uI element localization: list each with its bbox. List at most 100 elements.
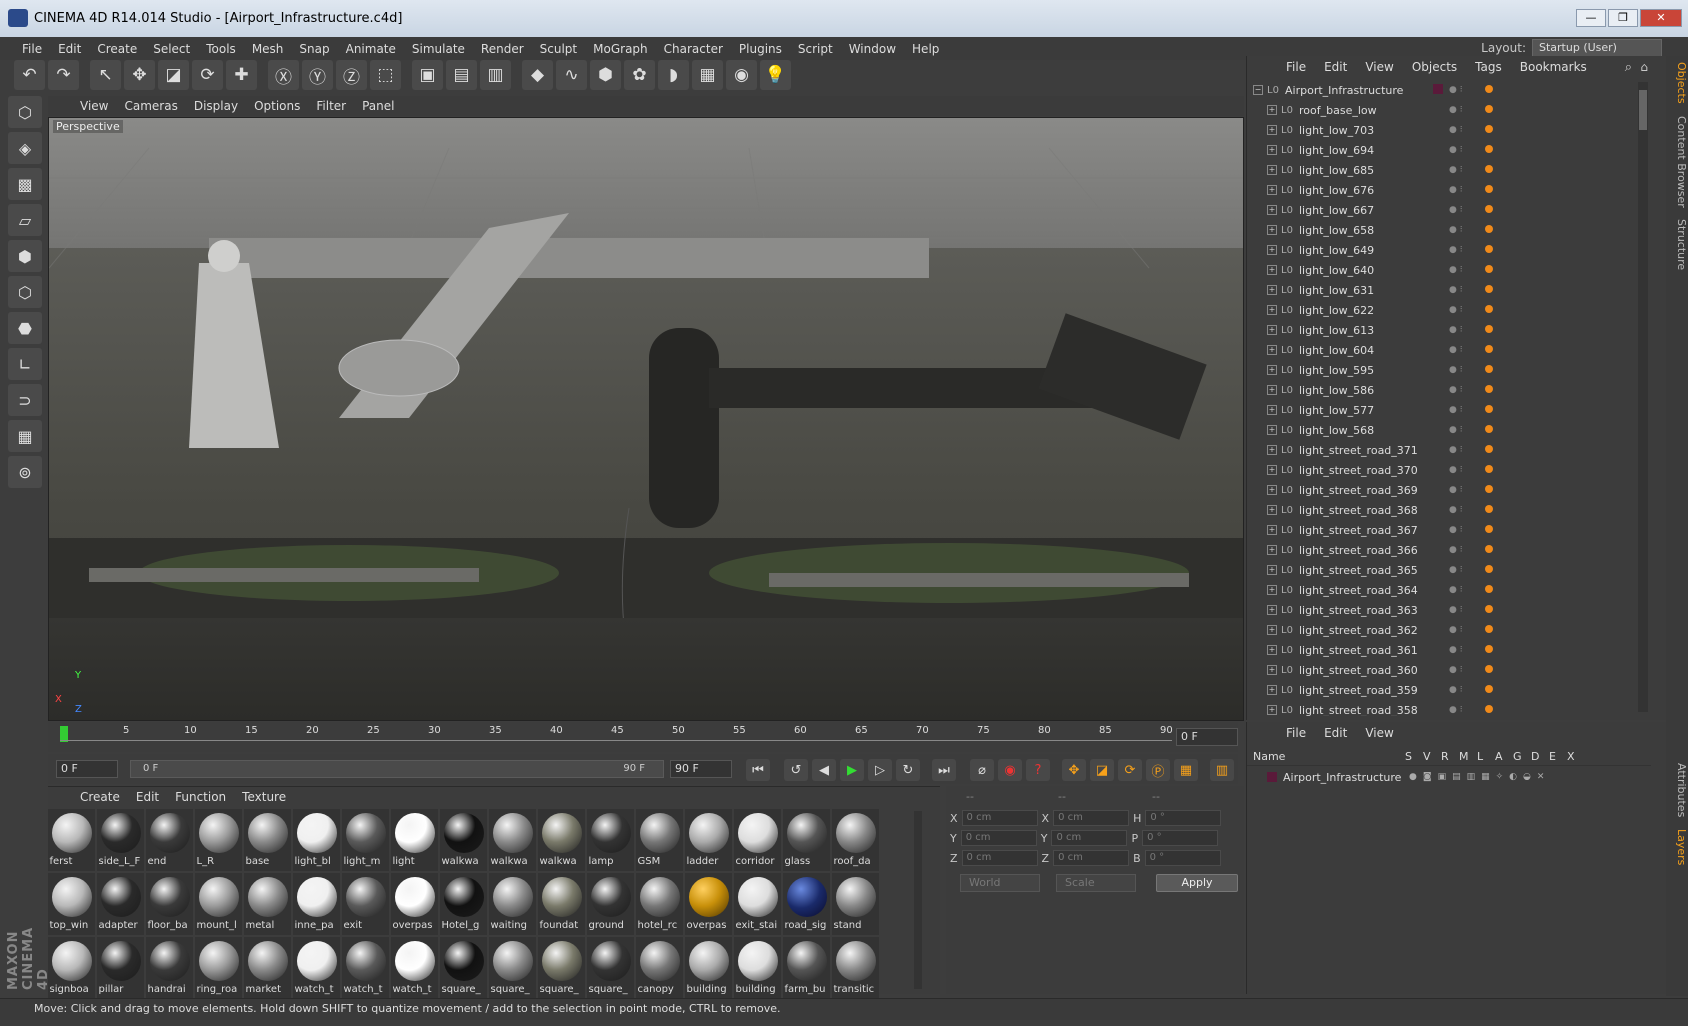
viewport-menu-panel[interactable]: Panel [354, 99, 402, 113]
material-swatch[interactable]: building [734, 937, 781, 999]
viewport-menu-cameras[interactable]: Cameras [116, 99, 185, 113]
object-name[interactable]: light_low_631 [1299, 284, 1374, 297]
material-tag-icon[interactable] [1485, 105, 1493, 113]
material-tag-icon[interactable] [1485, 205, 1493, 213]
viewport-menu-display[interactable]: Display [186, 99, 246, 113]
object-name[interactable]: light_low_568 [1299, 424, 1374, 437]
visibility-dots-icon[interactable]: ● ⁝ [1449, 525, 1463, 535]
object-row[interactable]: + L0 light_low_667 ● ⁝ [1247, 200, 1651, 220]
material-swatch[interactable]: walkwa [538, 809, 585, 871]
layer-flag-icons[interactable]: ●◙▣▤▥▦✧◐◒✕ [1409, 772, 1550, 782]
material-swatch[interactable]: square_ [538, 937, 585, 999]
material-tag-icon[interactable] [1485, 125, 1493, 133]
expand-toggle-icon[interactable]: + [1267, 245, 1277, 255]
visibility-dots-icon[interactable]: ● ⁝ [1449, 465, 1463, 475]
object-row[interactable]: + L0 roof_base_low ● ⁝ [1247, 100, 1651, 120]
material-tag-icon[interactable] [1485, 605, 1493, 613]
object-name[interactable]: light_low_604 [1299, 344, 1374, 357]
object-name[interactable]: light_low_667 [1299, 204, 1374, 217]
object-scroll-thumb[interactable] [1639, 90, 1647, 130]
apply-button[interactable]: Apply [1156, 874, 1238, 892]
visibility-dots-icon[interactable]: ● ⁝ [1449, 165, 1463, 175]
expand-toggle-icon[interactable]: + [1267, 665, 1277, 675]
menu-edit[interactable]: Edit [50, 42, 89, 56]
object-name[interactable]: light_street_road_358 [1299, 704, 1418, 717]
cube-primitive-icon[interactable]: ◆ [522, 60, 553, 90]
rotate-tool-icon[interactable]: ⟳ [192, 60, 223, 90]
material-swatch[interactable]: watch_t [342, 937, 389, 999]
lock-workplane-icon[interactable]: ▦ [8, 420, 42, 452]
material-swatch[interactable]: overpas [391, 873, 438, 935]
visibility-dots-icon[interactable]: ● ⁝ [1449, 445, 1463, 455]
material-swatch[interactable]: side_L_F [97, 809, 144, 871]
menu-script[interactable]: Script [790, 42, 841, 56]
material-swatch[interactable]: lamp [587, 809, 634, 871]
menu-snap[interactable]: Snap [291, 42, 337, 56]
material-tag-icon[interactable] [1485, 305, 1493, 313]
size-y-field[interactable]: 0 cm [1051, 830, 1128, 846]
object-name[interactable]: light_street_road_361 [1299, 644, 1418, 657]
object-menu-bookmarks[interactable]: Bookmarks [1511, 60, 1596, 74]
visibility-dots-icon[interactable]: ● ⁝ [1449, 565, 1463, 575]
material-menu-edit[interactable]: Edit [128, 790, 167, 804]
object-row[interactable]: + L0 light_street_road_362 ● ⁝ [1247, 620, 1651, 640]
expand-toggle-icon[interactable]: + [1267, 165, 1277, 175]
menu-tools[interactable]: Tools [198, 42, 244, 56]
material-swatch[interactable]: transitic [832, 937, 879, 999]
size-z-field[interactable]: 0 cm [1053, 850, 1130, 866]
layer-menu-file[interactable]: File [1277, 726, 1315, 740]
material-swatch[interactable]: walkwa [440, 809, 487, 871]
material-swatch[interactable]: walkwa [489, 809, 536, 871]
material-tag-icon[interactable] [1485, 485, 1493, 493]
visibility-dots-icon[interactable]: ● ⁝ [1449, 345, 1463, 355]
object-name[interactable]: Airport_Infrastructure [1285, 84, 1403, 97]
tab-attributes[interactable]: Attributes [1666, 757, 1688, 823]
tab-structure[interactable]: Structure [1666, 213, 1688, 276]
autokey-icon[interactable]: ⌀ [970, 759, 994, 781]
menu-window[interactable]: Window [841, 42, 904, 56]
z-axis-icon[interactable]: Ⓩ [336, 60, 367, 90]
deformer-icon[interactable]: ◗ [658, 60, 689, 90]
object-row[interactable]: + L0 light_street_road_360 ● ⁝ [1247, 660, 1651, 680]
layer-color-swatch[interactable] [1433, 84, 1443, 94]
object-row[interactable]: + L0 light_street_road_371 ● ⁝ [1247, 440, 1651, 460]
material-swatch[interactable]: ground [587, 873, 634, 935]
material-menu-function[interactable]: Function [167, 790, 234, 804]
expand-toggle-icon[interactable]: + [1267, 485, 1277, 495]
material-swatch[interactable]: foundat [538, 873, 585, 935]
next-frame-icon[interactable]: ▷ [868, 759, 892, 781]
create-object-icon[interactable]: ✚ [226, 60, 257, 90]
visibility-dots-icon[interactable]: ● ⁝ [1449, 125, 1463, 135]
material-tag-icon[interactable] [1485, 685, 1493, 693]
object-name[interactable]: light_low_658 [1299, 224, 1374, 237]
material-tag-icon[interactable] [1485, 85, 1493, 93]
material-swatch[interactable]: overpas [685, 873, 732, 935]
object-name[interactable]: light_street_road_369 [1299, 484, 1418, 497]
object-row[interactable]: + L0 light_street_road_359 ● ⁝ [1247, 680, 1651, 700]
object-row[interactable]: + L0 light_low_595 ● ⁝ [1247, 360, 1651, 380]
visibility-dots-icon[interactable]: ● ⁝ [1449, 185, 1463, 195]
material-swatch[interactable]: stand [832, 873, 879, 935]
object-name[interactable]: light_street_road_363 [1299, 604, 1418, 617]
material-swatch[interactable]: building [685, 937, 732, 999]
layer-name[interactable]: Airport_Infrastructure [1283, 771, 1409, 784]
layer-menu-edit[interactable]: Edit [1315, 726, 1356, 740]
size-x-field[interactable]: 0 cm [1053, 810, 1130, 826]
light-bulb-icon[interactable]: 💡 [760, 60, 791, 90]
scale-tool-icon[interactable]: ◪ [158, 60, 189, 90]
menu-file[interactable]: File [14, 42, 50, 56]
move-tool-icon[interactable]: ✥ [124, 60, 155, 90]
visibility-dots-icon[interactable]: ● ⁝ [1449, 285, 1463, 295]
key-scale-icon[interactable]: ◪ [1090, 759, 1114, 781]
material-swatch[interactable]: end [146, 809, 193, 871]
rotation-h-field[interactable]: 0 ° [1145, 810, 1222, 826]
expand-toggle-icon[interactable]: + [1267, 145, 1277, 155]
close-button[interactable]: ✕ [1640, 9, 1682, 27]
object-row[interactable]: + L0 light_low_577 ● ⁝ [1247, 400, 1651, 420]
menu-mograph[interactable]: MoGraph [585, 42, 656, 56]
visibility-dots-icon[interactable]: ● ⁝ [1449, 325, 1463, 335]
expand-toggle-icon[interactable]: + [1267, 465, 1277, 475]
object-row[interactable]: + L0 light_low_586 ● ⁝ [1247, 380, 1651, 400]
object-name[interactable]: light_street_road_368 [1299, 504, 1418, 517]
material-swatch[interactable]: roof_da [832, 809, 879, 871]
